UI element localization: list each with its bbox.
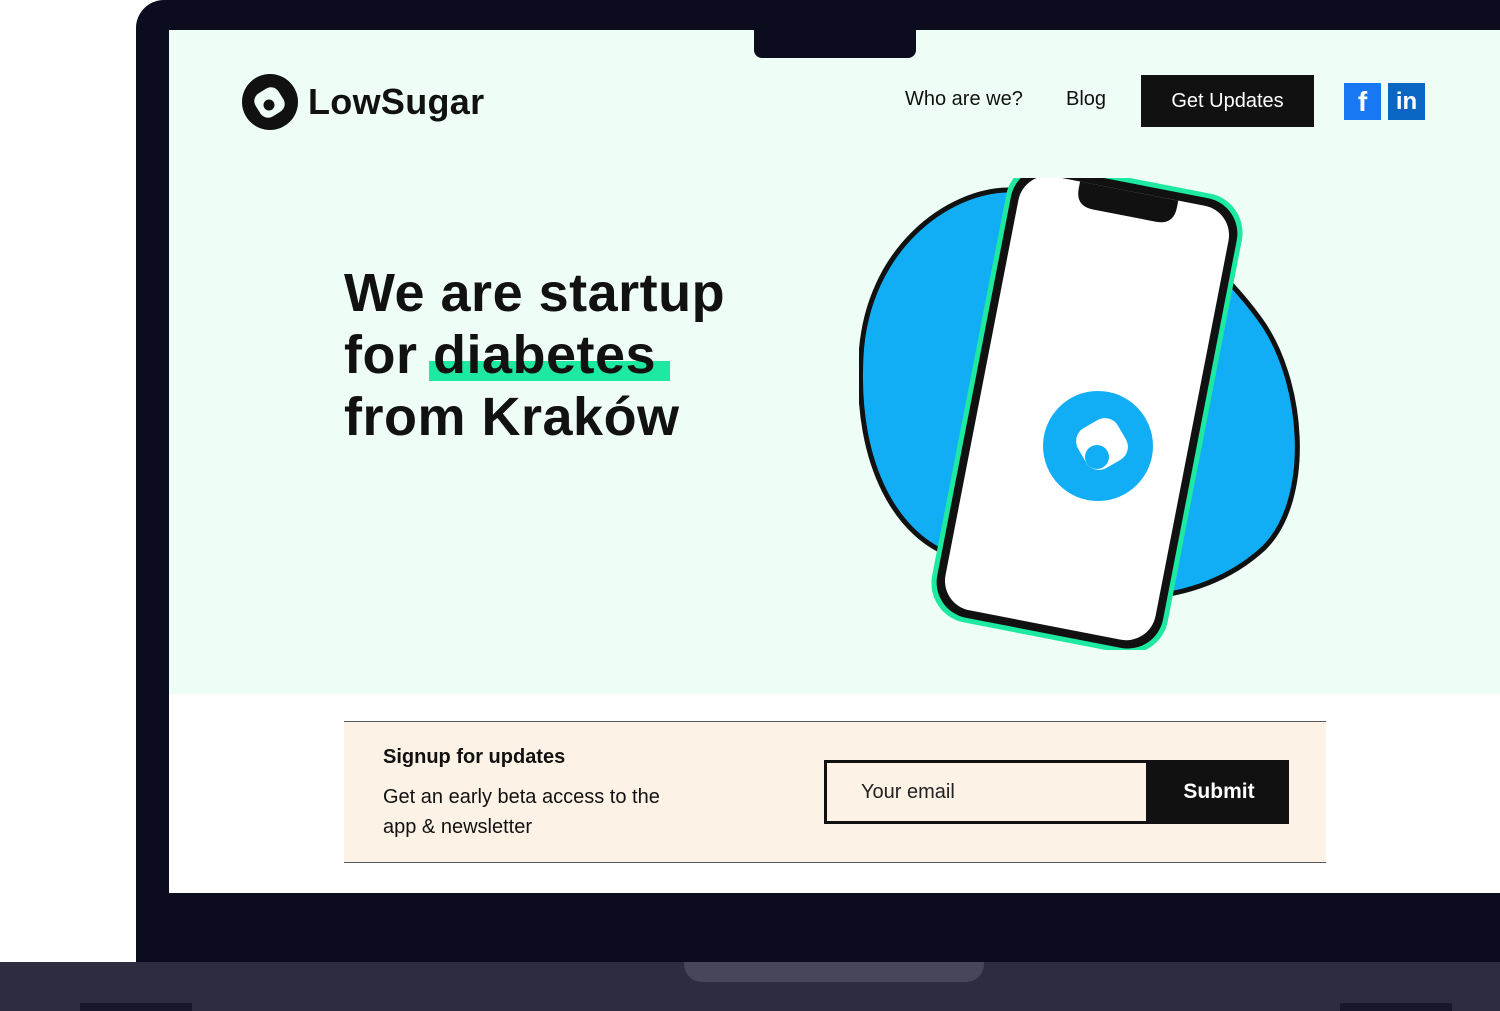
nav-link-who-are-we[interactable]: Who are we? [905,88,1023,111]
headline-highlight: diabetes [429,324,671,386]
headline-highlight-word: diabetes [433,325,657,385]
phone-illustration [859,178,1300,650]
nav-link-blog[interactable]: Blog [1066,88,1106,111]
headline-line-2: for diabetes [344,324,725,386]
browser-screen: LowSugar Who are we? Blog Get Updates f … [169,30,1500,893]
headline-line-1: We are startup [344,263,726,323]
camera-notch [754,30,916,58]
headline-line-2-prefix: for [344,325,433,385]
laptop-hinge-notch [684,962,984,982]
signup-description: Get an early beta access to the app & ne… [383,786,660,838]
laptop-foot-left [80,1003,192,1011]
headline-line-3: from Kraków [344,387,680,447]
hero-headline: We are startup for diabetes from Kraków [344,262,725,448]
app-logo-icon [1043,391,1153,501]
signup-panel: Signup for updates Get an early beta acc… [344,721,1326,863]
brand-name: LowSugar [308,81,485,122]
linkedin-icon[interactable]: in [1388,83,1425,120]
email-input[interactable] [824,760,1149,824]
signup-title: Signup for updates [383,746,566,768]
brand-logo[interactable]: LowSugar [242,74,484,130]
hero-section: LowSugar Who are we? Blog Get Updates f … [169,30,1500,694]
lowsugar-logo-icon [242,74,298,130]
get-updates-button[interactable]: Get Updates [1141,75,1314,127]
submit-button[interactable]: Submit [1149,760,1289,824]
facebook-icon[interactable]: f [1344,83,1381,120]
laptop-foot-right [1340,1003,1452,1011]
